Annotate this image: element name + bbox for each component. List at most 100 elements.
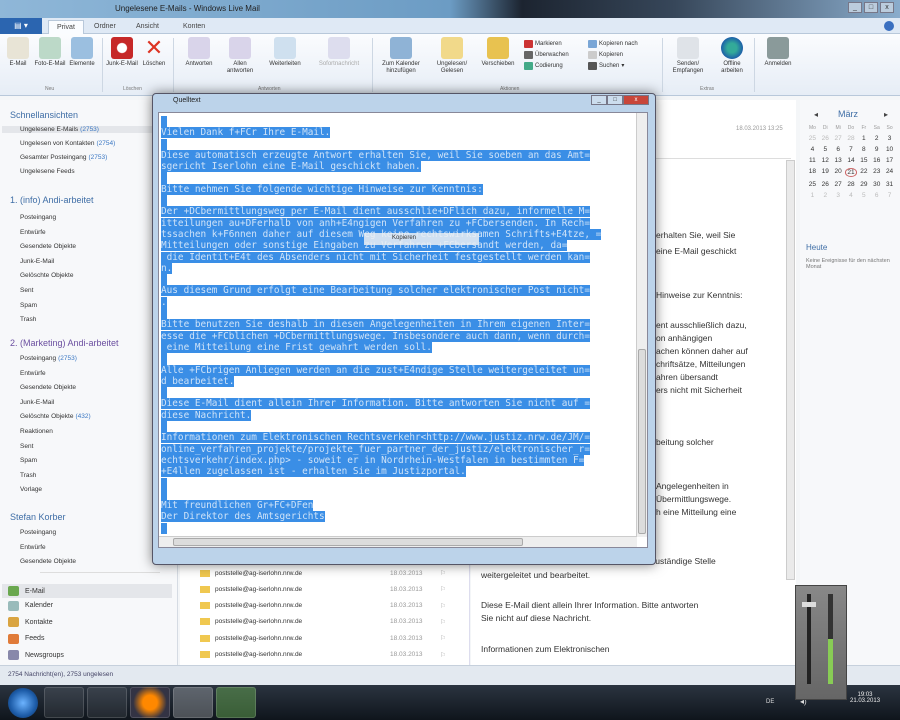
taskbar-app-windows-icon[interactable] [44,687,84,718]
folder-item[interactable]: Vorlage [20,486,44,493]
nav-newsgroups[interactable]: Newsgroups [8,650,64,660]
folder-item[interactable]: Gelöschte Objekte [20,272,73,279]
tab-privat[interactable]: Privat [48,20,84,34]
calendar-day[interactable]: 28 [845,135,858,142]
dialog-close-button[interactable]: x [623,95,649,105]
folder-item[interactable]: Sent [20,287,33,294]
calendar-day[interactable]: 19 [819,168,832,177]
forward-button[interactable]: Weiterleiten [260,37,310,68]
account-heading[interactable]: 1. (info) Andi-arbeitet [10,195,94,205]
calendar-day[interactable]: 4 [806,146,819,153]
junk-button[interactable]: Junk-E-Mail [104,37,140,68]
calendar-day[interactable]: 27 [832,181,845,188]
flag-icon[interactable]: ⚐ [440,602,446,610]
calendar-day[interactable]: 1 [806,192,819,199]
folder-item[interactable]: Gesendete Objekte [20,243,76,250]
instant-message-button[interactable]: Sofortnachricht [312,37,366,68]
help-icon[interactable] [884,21,894,31]
folder-item[interactable]: Entwürfe [20,544,46,551]
move-button[interactable]: Verschieben [476,37,520,68]
calendar-day[interactable]: 3 [832,192,845,199]
folder-item[interactable]: Trash [20,316,36,323]
file-menu-button[interactable]: ▤ ▾ [0,18,42,34]
copy-button[interactable]: Kopieren [588,49,638,60]
unread-read-button[interactable]: Ungelesen/ Gelesen [428,37,476,75]
folder-item[interactable]: Reaktionen [20,428,55,435]
sign-in-button[interactable]: Anmelden [758,37,798,68]
nav-kontakte[interactable]: Kontakte [8,617,53,627]
calendar-day[interactable]: 27 [832,135,845,142]
calendar-day[interactable]: 30 [870,181,883,188]
message-row[interactable]: poststelle@ag-iserlohn.nrw.de 18.03.2013 ⚐ [200,582,465,596]
folder-item[interactable]: Posteingang [20,529,56,536]
taskbar-mail-icon[interactable] [173,687,213,718]
calendar-day[interactable]: 25 [806,181,819,188]
folder-item[interactable]: Junk-E-Mail [20,399,56,406]
calendar-day[interactable]: 20 [832,168,845,177]
calendar-day[interactable]: 13 [832,157,845,164]
dialog-maximize-button[interactable]: □ [607,95,623,105]
folder-item[interactable]: Junk-E-Mail [20,258,54,265]
volume-slider[interactable] [807,594,811,684]
close-button[interactable]: x [880,2,894,13]
work-offline-button[interactable]: Offline arbeiten [712,37,752,75]
scrollbar-thumb[interactable] [173,538,523,546]
calendar-day[interactable]: 7 [845,146,858,153]
vertical-scrollbar[interactable] [636,113,647,537]
calendar-day[interactable]: 16 [870,157,883,164]
watch-button[interactable]: Überwachen [524,49,569,60]
next-month-button[interactable]: ▸ [884,110,888,119]
calendar-day[interactable]: 5 [857,192,870,199]
folder-item[interactable]: Spam [20,457,39,464]
flag-icon[interactable]: ⚐ [440,651,446,659]
folder-item[interactable]: Gesendete Objekte [20,384,78,391]
calendar-day[interactable]: 11 [806,157,819,164]
flag-icon[interactable]: ⚐ [440,634,446,642]
flag-icon[interactable]: ⚐ [440,618,446,626]
dialog-minimize-button[interactable]: _ [591,95,607,105]
folder-item[interactable]: Posteingang [20,214,56,221]
flag-button[interactable]: Markieren [524,38,569,49]
calendar-day[interactable]: 17 [883,157,896,164]
start-button[interactable] [8,688,38,718]
send-receive-button[interactable]: Senden/ Empfangen [666,37,710,75]
find-button[interactable]: Suchen ▾ [588,60,638,71]
horizontal-scrollbar[interactable] [159,536,637,547]
delete-button[interactable]: ✕ Löschen [136,37,172,68]
calendar-day[interactable]: 12 [819,157,832,164]
calendar-day[interactable]: 2 [819,192,832,199]
message-row[interactable]: poststelle@ag-iserlohn.nrw.de 18.03.2013 ⚐ [200,599,465,613]
account-heading[interactable]: Stefan Korber [10,512,66,522]
tab-konten[interactable]: Konten [175,20,213,34]
calendar-day[interactable]: 10 [883,146,896,153]
calendar-day[interactable]: 24 [883,168,896,177]
folder-item[interactable]: Posteingang (2753) [20,355,77,362]
context-menu-copy[interactable]: Kopieren [364,233,479,245]
calendar-day[interactable]: 1 [857,135,870,142]
calendar-day[interactable]: 14 [845,157,858,164]
calendar-day[interactable]: 22 [857,168,870,177]
message-row[interactable]: poststelle@ag-iserlohn.nrw.de 18.03.2013 ⚐ [200,566,465,580]
nav-e-mail[interactable]: E-Mail [2,584,172,598]
taskbar-app-icon[interactable] [216,687,256,718]
folder-item[interactable]: Entwürfe [20,370,48,377]
clock[interactable]: 19:03 21.03.2013 [850,692,880,704]
flag-icon[interactable]: ⚐ [440,569,446,577]
folder-item[interactable]: Spam [20,302,37,309]
folder-item[interactable]: Gelöschte Objekte (432) [20,413,91,420]
calendar-day[interactable]: 25 [806,135,819,142]
encoding-button[interactable]: Codierung [524,60,569,71]
folder-item[interactable]: Gesendete Objekte [20,558,76,565]
source-text-area[interactable]: Vielen Dank f+FCr Ihre E-Mail. Diese auto… [158,112,648,548]
message-row[interactable]: poststelle@ag-iserlohn.nrw.de 18.03.2013 ⚐ [200,631,465,645]
photo-email-button[interactable]: Foto-E-Mail [32,37,68,68]
minimize-button[interactable]: _ [848,2,862,13]
calendar-day[interactable]: 9 [870,146,883,153]
calendar-day[interactable]: 5 [819,146,832,153]
reply-all-button[interactable]: Allen antworten [222,37,258,75]
scrollbar-thumb[interactable] [638,349,646,534]
maximize-button[interactable]: □ [864,2,878,13]
calendar-day[interactable]: 3 [883,135,896,142]
nav-feeds[interactable]: Feeds [8,633,44,644]
folder-item[interactable]: Ungelesene Feeds [20,168,77,175]
